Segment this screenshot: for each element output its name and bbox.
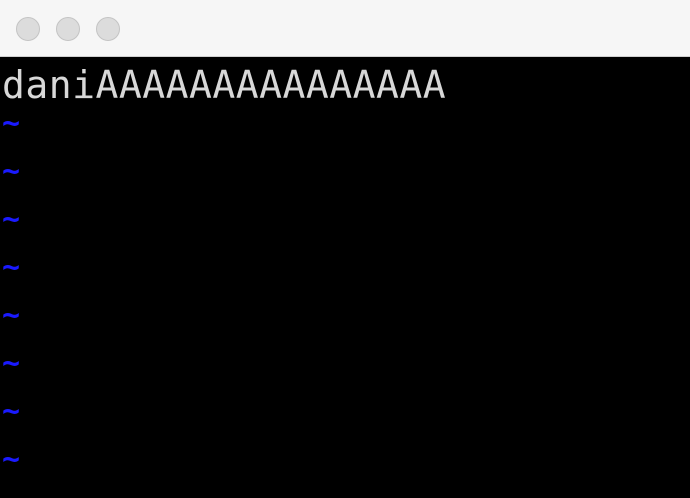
empty-line-marker: ~	[2, 250, 21, 285]
empty-line-marker: ~	[2, 298, 21, 333]
empty-line-marker: ~	[2, 154, 21, 189]
terminal-window: daniAAAAAAAAAAAAAAA ~ ~ ~ ~ ~ ~ ~ ~	[0, 0, 690, 498]
empty-line-marker: ~	[2, 106, 21, 141]
buffer-line-1: daniAAAAAAAAAAAAAAA	[2, 63, 447, 107]
window-titlebar	[0, 0, 690, 57]
empty-line-marker: ~	[2, 346, 21, 381]
minimize-window-button[interactable]	[56, 17, 80, 41]
editor-area[interactable]: daniAAAAAAAAAAAAAAA ~ ~ ~ ~ ~ ~ ~ ~	[0, 57, 690, 498]
empty-line-marker: ~	[2, 202, 21, 237]
zoom-window-button[interactable]	[96, 17, 120, 41]
close-window-button[interactable]	[16, 17, 40, 41]
empty-line-marker: ~	[2, 442, 21, 477]
empty-line-marker: ~	[2, 394, 21, 429]
